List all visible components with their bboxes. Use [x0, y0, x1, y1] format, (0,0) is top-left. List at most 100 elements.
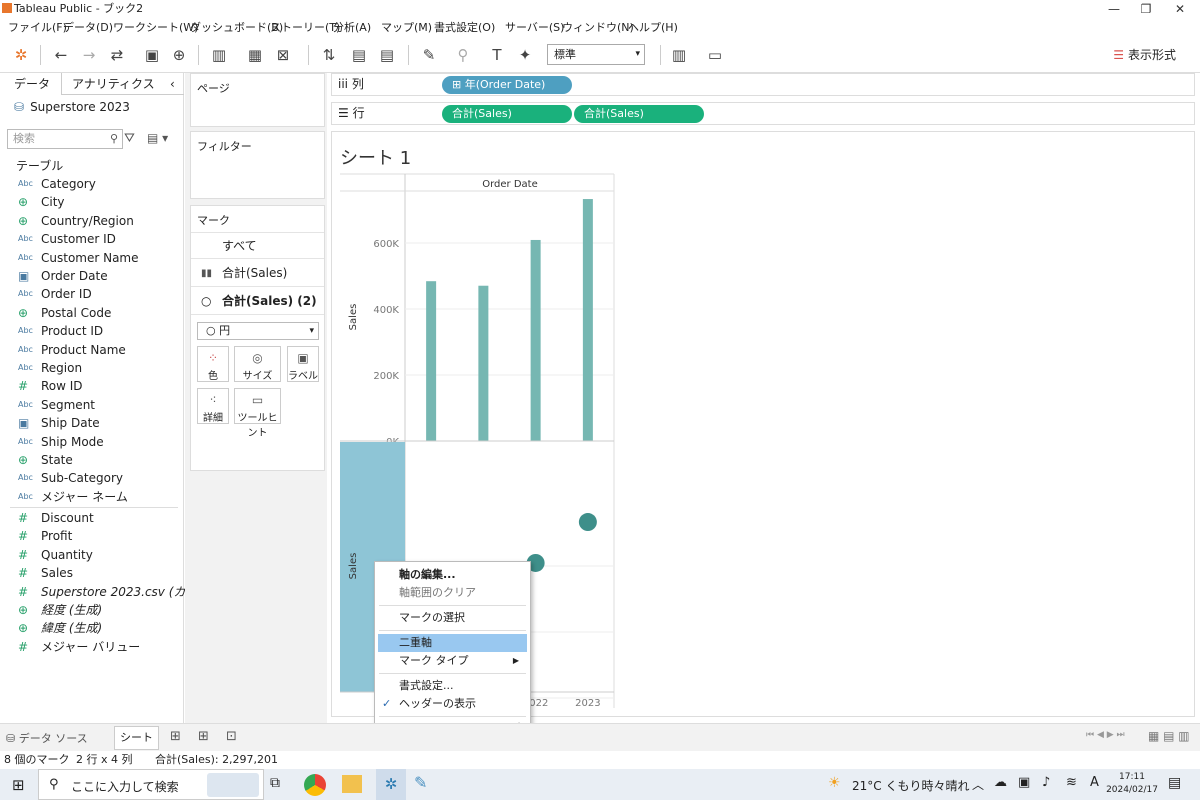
field-measure[interactable]: ⊕ 緯度 (生成) [18, 619, 102, 637]
field-dimension[interactable]: Abc Order ID [18, 285, 92, 303]
context-menu-item[interactable]: 軸の編集... [378, 566, 527, 584]
clock-time[interactable]: 17:11 [1112, 772, 1152, 782]
field-dimension[interactable]: ⊕ City [18, 193, 65, 211]
restore-button[interactable]: ❐ [1128, 0, 1164, 18]
tray-chevron-icon[interactable]: ︿ [972, 776, 984, 793]
field-dimension[interactable]: ⊕ State [18, 451, 73, 469]
context-menu-item[interactable]: 書式設定... [378, 677, 527, 695]
field-measure[interactable]: # メジャー バリュー [18, 638, 140, 656]
field-measure[interactable]: # Sales [18, 564, 73, 582]
field-dimension[interactable]: Abc Ship Mode [18, 433, 104, 451]
field-dimension[interactable]: Abc メジャー ネーム [18, 488, 128, 506]
field-measure[interactable]: # Profit [18, 527, 72, 545]
columns-shelf[interactable]: iii 列 ⊞ 年(Order Date) [331, 73, 1195, 96]
new-worksheet-icon[interactable]: ▥ [208, 44, 230, 66]
field-measure[interactable]: # Discount [18, 509, 94, 527]
marks-sum-sales-tab[interactable]: ▮▮ 合計(Sales) [191, 260, 324, 287]
paint-app-icon[interactable]: ✎ [414, 773, 427, 792]
field-dimension[interactable]: ⊕ Country/Region [18, 212, 134, 230]
menu-help[interactable]: ヘルプ(H) [628, 18, 678, 37]
show-me-button[interactable]: ☰ 表示形式 [1113, 46, 1176, 63]
rows-shelf[interactable]: ☰ 行 合計(Sales) 合計(Sales) [331, 102, 1195, 125]
field-dimension[interactable]: ▣ Order Date [18, 267, 108, 285]
notification-icon[interactable]: ▤ [1168, 775, 1181, 791]
duplicate-sheet-icon[interactable]: ▦ [244, 44, 266, 66]
field-dimension[interactable]: Abc Category [18, 175, 96, 193]
card-toggle-icon[interactable]: ▥ [668, 44, 690, 66]
color-button[interactable]: ⁘ 色 [197, 346, 229, 382]
volume-icon[interactable]: ♪ [1042, 775, 1050, 790]
group-icon[interactable]: ⚲ [452, 44, 474, 66]
tab-analytics[interactable]: アナリティクス [72, 73, 155, 95]
new-datasource-icon[interactable]: ⊕ [168, 44, 190, 66]
detail-button[interactable]: ⁖ 詳細 [197, 388, 229, 424]
windows-start-icon[interactable]: ⊞ [12, 776, 25, 794]
ime-indicator[interactable]: A [1090, 775, 1099, 790]
fit-dropdown[interactable]: 標準 ▾ [547, 44, 645, 65]
context-menu-item[interactable]: ✓ ヘッダーの表示 [378, 695, 527, 713]
chrome-icon[interactable] [304, 774, 326, 796]
context-menu-item[interactable]: 二重軸 [378, 634, 527, 652]
tab-nav-icons[interactable]: ⏮ ◀ ▶ ⏭ [1086, 730, 1125, 740]
tab-data[interactable]: データ [0, 73, 62, 95]
field-dimension[interactable]: ⊕ Postal Code [18, 304, 111, 322]
field-dimension[interactable]: Abc Segment [18, 396, 95, 414]
context-menu-item[interactable]: マークの選択 [378, 609, 527, 627]
menu-story[interactable]: ストーリー(T) [270, 18, 340, 37]
clear-sheet-icon[interactable]: ⊠ [272, 44, 294, 66]
sort-ascending-icon[interactable]: ▤ [348, 44, 370, 66]
menu-window[interactable]: ウィンドウ(N) [562, 18, 634, 37]
new-story-tab-icon[interactable]: ⊡ [226, 729, 237, 744]
size-button[interactable]: ◎ サイズ [234, 346, 281, 382]
search-input[interactable]: 検索 ⚲ [7, 129, 123, 149]
redo-icon[interactable]: → [78, 44, 100, 66]
tableau-home-icon[interactable]: ✲ [10, 44, 32, 66]
columns-pill-year-order-date[interactable]: ⊞ 年(Order Date) [442, 76, 572, 94]
tray-app-icon[interactable]: ▣ [1018, 775, 1030, 790]
menu-file[interactable]: ファイル(F) [8, 18, 67, 37]
onedrive-icon[interactable]: ☁ [994, 775, 1007, 790]
label-button[interactable]: ▣ ラベル [287, 346, 319, 382]
marks-sum-sales2-tab[interactable]: ○ 合計(Sales) (2) [191, 288, 324, 315]
filter-icon[interactable]: ⛛ [124, 131, 135, 146]
field-dimension[interactable]: Abc Product ID [18, 322, 103, 340]
context-menu-item[interactable]: マーク タイプ ▶ [378, 652, 527, 670]
menu-analysis[interactable]: 分析(A) [333, 18, 371, 37]
field-measure[interactable]: # Quantity [18, 546, 93, 564]
swap-icon[interactable]: ⇅ [318, 44, 340, 66]
new-dashboard-tab-icon[interactable]: ⊞ [198, 729, 209, 744]
file-explorer-icon[interactable] [342, 775, 362, 793]
highlight-icon[interactable]: ✎ [418, 44, 440, 66]
field-dimension[interactable]: ▣ Ship Date [18, 414, 100, 432]
field-dimension[interactable]: Abc Region [18, 359, 82, 377]
menu-data[interactable]: データ(D) [63, 18, 113, 37]
marks-all-tab[interactable]: すべて [191, 232, 324, 259]
view-options-icon[interactable]: ▤ ▾ [147, 131, 168, 145]
filters-card[interactable]: フィルター [190, 131, 325, 199]
close-button[interactable]: ✕ [1162, 0, 1198, 18]
field-measure[interactable]: # Superstore 2023.csv (カ… [18, 583, 197, 601]
field-dimension[interactable]: # Row ID [18, 377, 83, 395]
clock-date[interactable]: 2024/02/17 [1104, 785, 1160, 795]
save-icon[interactable]: ▣ [141, 44, 163, 66]
datasource-item[interactable]: ⛁ Superstore 2023 [14, 100, 130, 114]
field-dimension[interactable]: Abc Product Name [18, 341, 126, 359]
context-menu-item[interactable]: 軸範囲のクリア [378, 584, 527, 602]
wifi-icon[interactable]: ≋ [1066, 775, 1077, 790]
collapse-pane-icon[interactable]: ‹ [170, 73, 175, 95]
rows-pill-sum-sales-2[interactable]: 合計(Sales) [574, 105, 704, 123]
menu-map[interactable]: マップ(M) [381, 18, 432, 37]
menu-worksheet[interactable]: ワークシート(W) [113, 18, 198, 37]
label-icon[interactable]: T [486, 44, 508, 66]
presentation-icon[interactable]: ▭ [704, 44, 726, 66]
undo-icon[interactable]: ← [50, 44, 72, 66]
tooltip-button[interactable]: ▭ ツールヒント [234, 388, 281, 439]
tableau-taskbar-icon[interactable]: ✲ [376, 769, 406, 800]
new-worksheet-tab-icon[interactable]: ⊞ [170, 729, 181, 744]
task-view-icon[interactable]: ⧉ [270, 775, 280, 791]
pin-icon[interactable]: ✦ [514, 44, 536, 66]
mark-type-dropdown[interactable]: ○ 円 ▾ [197, 322, 319, 340]
datasource-tab[interactable]: ⛁ データ ソース [6, 730, 88, 746]
field-dimension[interactable]: Abc Customer Name [18, 249, 139, 267]
rows-pill-sum-sales[interactable]: 合計(Sales) [442, 105, 572, 123]
